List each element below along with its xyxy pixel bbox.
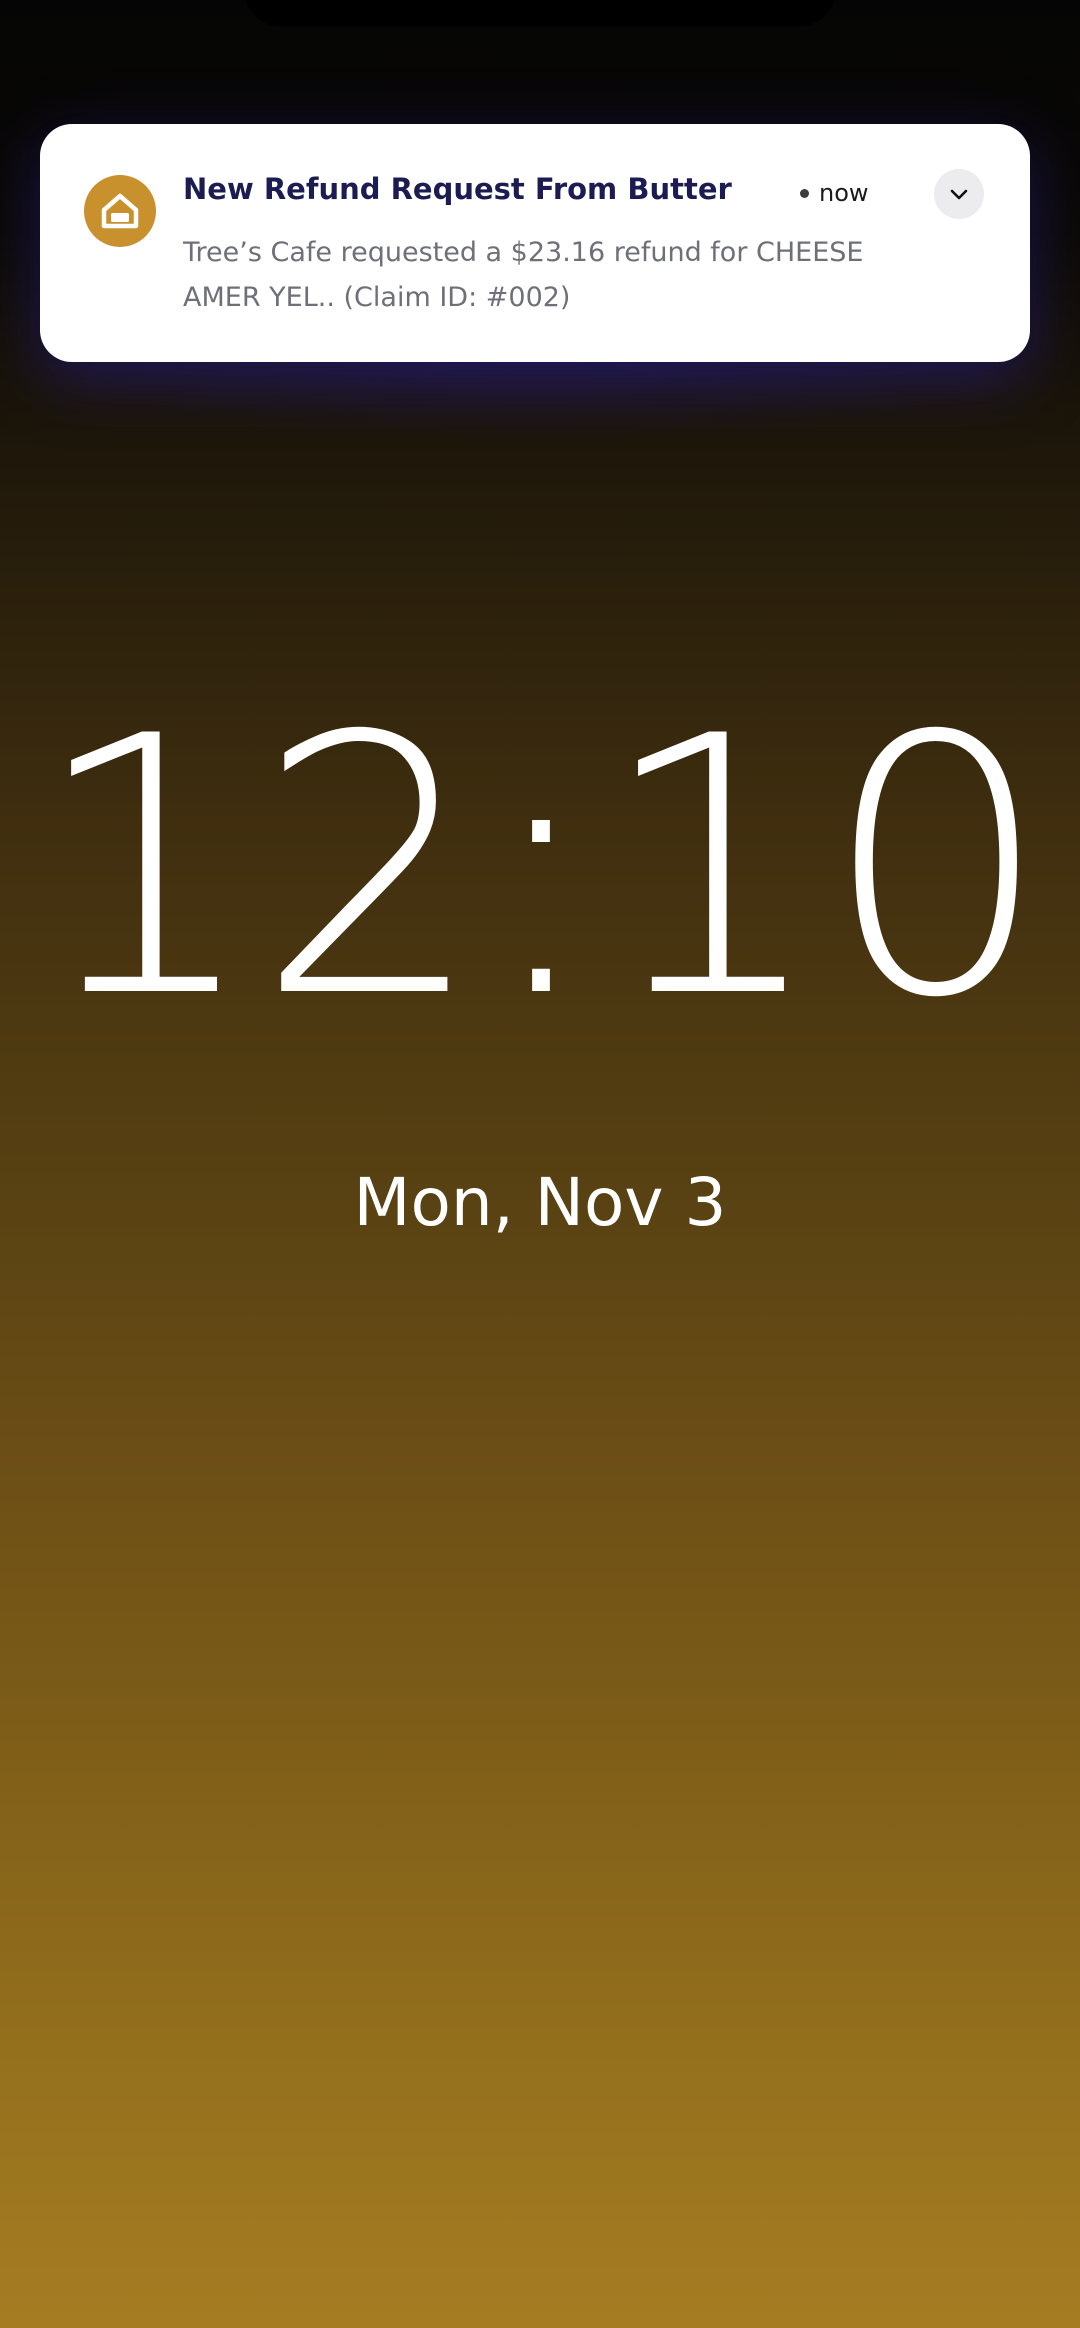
notification-card[interactable]: New Refund Request From Butter now Tree’…: [40, 124, 1030, 362]
expand-notification-button[interactable]: [934, 169, 984, 219]
notification-body: Tree’s Cafe requested a $23.16 refund fo…: [183, 230, 973, 320]
house-icon: [84, 175, 156, 247]
lockscreen-clock: 12:10: [32, 661, 1050, 1075]
notification-title: New Refund Request From Butter: [183, 172, 732, 206]
chevron-down-icon: [950, 189, 968, 200]
dot-separator: [800, 188, 809, 198]
notification-body-line-1: Tree’s Cafe requested a $23.16 refund fo…: [183, 237, 864, 268]
notification-time-label: now: [819, 179, 869, 207]
camera-notch: [245, 0, 835, 26]
notification-body-line-2: AMER YEL.. (Claim ID: #002): [183, 282, 571, 313]
lockscreen-date: Mon, Nov 3: [353, 1164, 727, 1241]
notification-timestamp: now: [800, 179, 869, 207]
